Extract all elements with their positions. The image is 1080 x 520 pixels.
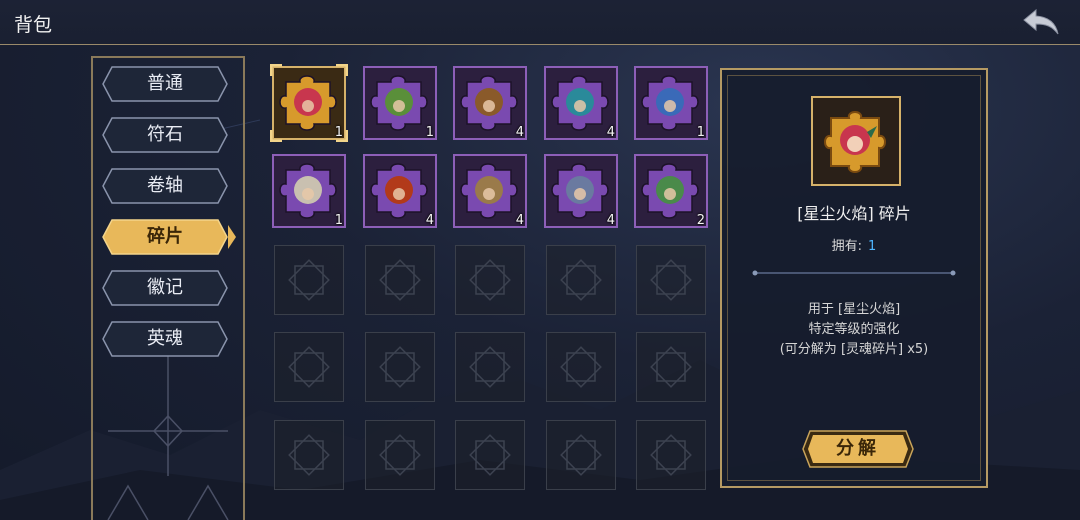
- desc-line-1: 用于 [星尘火焰]: [807, 302, 901, 317]
- empty-slot-emblem-icon: [650, 259, 692, 301]
- empty-slot[interactable]: [455, 245, 525, 315]
- page-title: 背包: [14, 14, 53, 36]
- item-count: 4: [515, 213, 524, 228]
- back-arrow-icon[interactable]: [1020, 6, 1062, 38]
- tab-label: 徽记: [147, 277, 183, 298]
- inventory-item[interactable]: 4: [542, 152, 620, 230]
- tab-0[interactable]: 普通: [102, 66, 228, 102]
- decompose-label: 分解: [836, 438, 880, 459]
- inventory-item[interactable]: 4: [361, 152, 439, 230]
- item-count: 4: [606, 125, 615, 140]
- empty-slot[interactable]: [546, 245, 616, 315]
- inventory-item[interactable]: 1: [632, 64, 710, 142]
- empty-slot-emblem-icon: [469, 434, 511, 476]
- item-count: 1: [334, 125, 343, 140]
- empty-slot-emblem-icon: [650, 434, 692, 476]
- inventory-item[interactable]: 4: [542, 64, 620, 142]
- empty-slot-emblem-icon: [560, 259, 602, 301]
- item-count: 2: [696, 213, 705, 228]
- tab-4[interactable]: 徽记: [102, 270, 228, 306]
- selected-item-name: [星尘火焰] 碎片: [797, 204, 911, 223]
- tab-5[interactable]: 英魂: [102, 321, 228, 357]
- decompose-button[interactable]: 分解: [802, 430, 914, 468]
- item-detail-panel: [星尘火焰] 碎片 拥有: 1 用于 [星尘火焰] 特定等级的强化 (可分解为 […: [720, 68, 988, 488]
- empty-slot[interactable]: [455, 332, 525, 402]
- tab-label: 普通: [147, 73, 183, 94]
- empty-slot[interactable]: [274, 420, 344, 490]
- empty-slot-emblem-icon: [379, 259, 421, 301]
- empty-slot[interactable]: [636, 332, 706, 402]
- empty-slot-emblem-icon: [379, 434, 421, 476]
- empty-slot[interactable]: [365, 420, 435, 490]
- tab-3[interactable]: 碎片: [102, 219, 236, 255]
- divider: [752, 270, 956, 276]
- empty-slot-emblem-icon: [560, 434, 602, 476]
- inventory-item[interactable]: 2: [632, 152, 710, 230]
- item-count: 4: [606, 213, 615, 228]
- tab-label: 卷轴: [147, 175, 183, 196]
- owned-label: 拥有:: [831, 239, 863, 254]
- selected-item-icon: [811, 96, 901, 186]
- item-count: 1: [334, 213, 343, 228]
- empty-slot[interactable]: [636, 245, 706, 315]
- owned-value: 1: [868, 239, 877, 254]
- empty-slot-emblem-icon: [650, 346, 692, 388]
- item-count: 4: [425, 213, 434, 228]
- empty-slot[interactable]: [274, 245, 344, 315]
- empty-slot[interactable]: [546, 332, 616, 402]
- tab-2[interactable]: 卷轴: [102, 168, 228, 204]
- desc-line-2: 特定等级的强化: [808, 322, 900, 337]
- top-bar: 背包: [0, 0, 1080, 45]
- empty-slot[interactable]: [365, 245, 435, 315]
- tab-label: 符石: [147, 124, 183, 145]
- inventory-item[interactable]: 4: [451, 64, 529, 142]
- empty-slot-emblem-icon: [288, 434, 330, 476]
- empty-slot[interactable]: [546, 420, 616, 490]
- tab-label: 碎片: [147, 226, 183, 247]
- empty-slot[interactable]: [636, 420, 706, 490]
- empty-slot-emblem-icon: [288, 259, 330, 301]
- empty-slot[interactable]: [274, 332, 344, 402]
- item-count: 1: [696, 125, 705, 140]
- desc-line-3: (可分解为 [灵魂碎片] x5): [779, 342, 929, 357]
- empty-slot-emblem-icon: [288, 346, 330, 388]
- inventory-item[interactable]: 1: [270, 152, 348, 230]
- empty-slot-emblem-icon: [469, 259, 511, 301]
- tab-1[interactable]: 符石: [102, 117, 228, 153]
- empty-slot-emblem-icon: [560, 346, 602, 388]
- empty-slot-emblem-icon: [379, 346, 421, 388]
- empty-slot[interactable]: [365, 332, 435, 402]
- owned-count: 拥有: 1: [722, 235, 986, 254]
- inventory-item[interactable]: 1: [361, 64, 439, 142]
- empty-slot-emblem-icon: [469, 346, 511, 388]
- inventory-item[interactable]: 1: [269, 63, 349, 143]
- inventory-item[interactable]: 4: [451, 152, 529, 230]
- empty-slot[interactable]: [455, 420, 525, 490]
- tab-label: 英魂: [147, 328, 183, 349]
- item-count: 1: [425, 125, 434, 140]
- item-count: 4: [515, 125, 524, 140]
